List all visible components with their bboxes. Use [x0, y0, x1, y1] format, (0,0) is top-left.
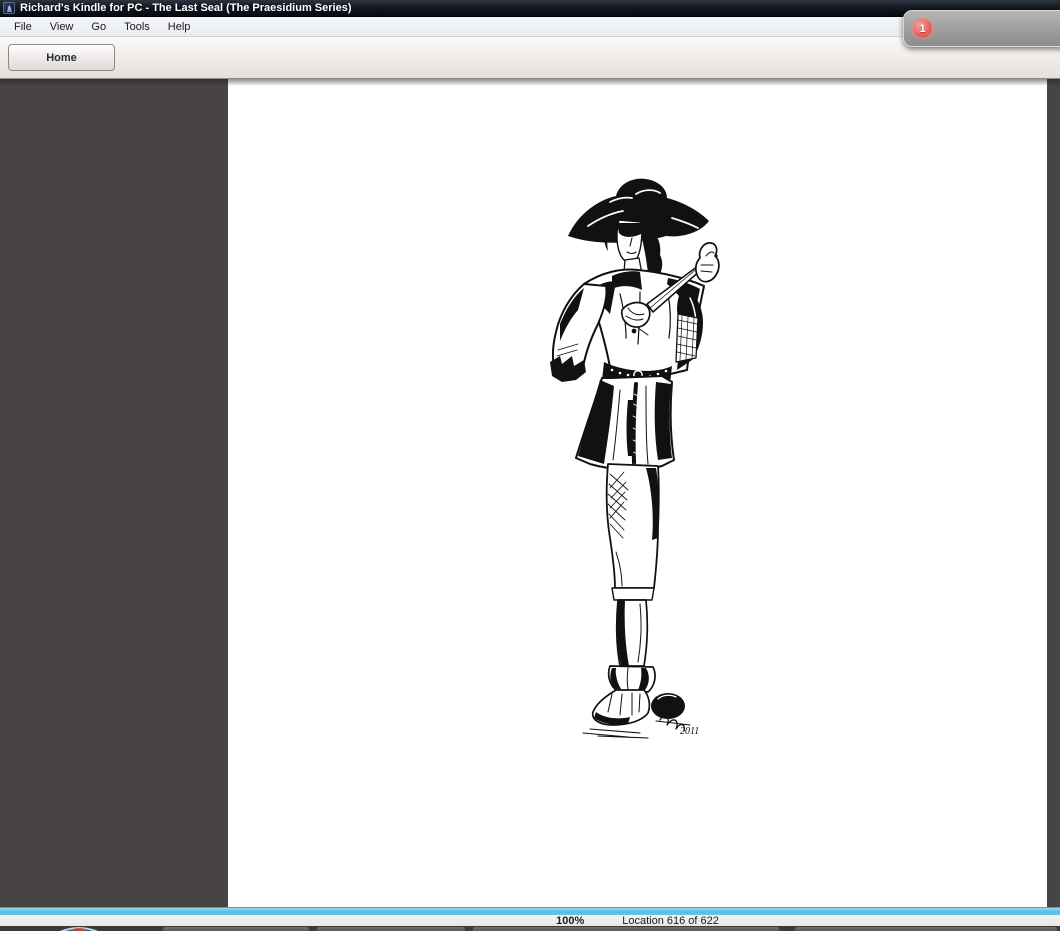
status-center-group: 100% Location 616 of 622 — [228, 914, 1047, 927]
annotation-badge: 1 — [912, 18, 933, 39]
home-button[interactable]: Home — [8, 44, 115, 71]
menu-view[interactable]: View — [41, 18, 83, 36]
toolbar: Home Aa — [0, 37, 1060, 111]
menu-tools[interactable]: Tools — [115, 18, 159, 36]
reading-area: 2011 — [0, 79, 1060, 907]
menu-go[interactable]: Go — [82, 18, 115, 36]
progress-percent: 100% — [556, 914, 585, 927]
menu-bar: File View Go Tools Help — [0, 17, 1060, 37]
title-bar: Richard's Kindle for PC - The Last Seal … — [0, 0, 1060, 17]
menu-help[interactable]: Help — [159, 18, 200, 36]
taskbar-button[interactable] — [163, 927, 309, 931]
annotation-overlay-box[interactable]: 1 — [903, 10, 1060, 47]
location-indicator: Location 616 of 622 — [622, 914, 719, 927]
taskbar-button[interactable] — [317, 927, 465, 931]
illustration-signature: 2011 — [680, 726, 699, 737]
book-page[interactable]: 2011 — [228, 79, 1047, 907]
kindle-for-pc-window: { "window": { "title": "Richard's Kindle… — [0, 0, 1060, 931]
kindle-app-icon — [3, 2, 15, 14]
reading-progress-bar — [0, 907, 1060, 915]
taskbar-button[interactable] — [795, 927, 1057, 931]
taskbar-button[interactable] — [473, 927, 779, 931]
menu-file[interactable]: File — [5, 18, 41, 36]
status-bar: 100% Location 616 of 622 — [0, 914, 1060, 927]
windows-taskbar — [0, 926, 1060, 931]
book-illustration-cavalier-figure: 2011 — [550, 178, 720, 739]
window-title: Richard's Kindle for PC - The Last Seal … — [20, 2, 352, 14]
